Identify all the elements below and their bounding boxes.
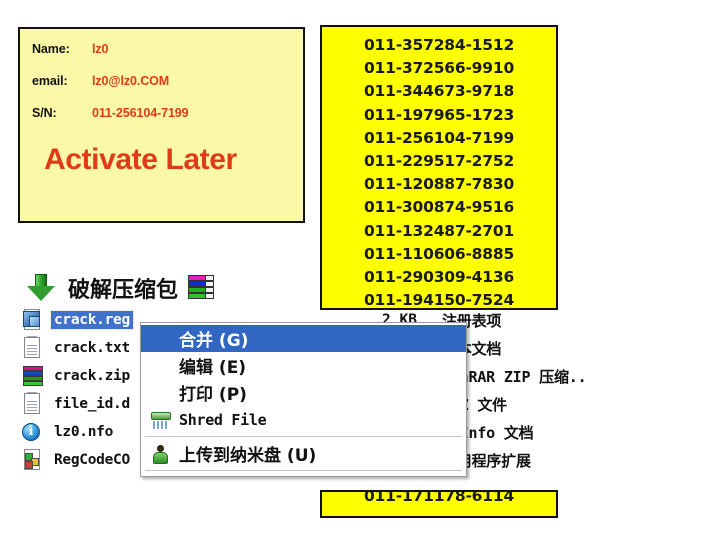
file-name: crack.zip bbox=[54, 368, 130, 384]
serial-line: 011-132487-2701 bbox=[363, 221, 515, 240]
serial-number-list-panel: 011-357284-1512 011-372566-9910 011-344673… bbox=[320, 25, 558, 310]
person-icon bbox=[149, 443, 173, 465]
menu-item-label: 编辑 (E) bbox=[179, 358, 247, 378]
winrar-archive-icon bbox=[188, 275, 215, 301]
serial-line: 011-372566-9910 bbox=[363, 59, 515, 78]
menu-separator bbox=[145, 470, 462, 471]
keygen-name-row: Name: lz0 bbox=[20, 38, 303, 60]
serial-line: 011-110606-8885 bbox=[363, 244, 515, 263]
file-name: lz0.nfo bbox=[54, 424, 114, 440]
registry-file-icon bbox=[22, 308, 46, 332]
serial-line: 011-120887-7830 bbox=[363, 175, 515, 194]
explorer-header: 破解压缩包 bbox=[22, 270, 582, 306]
menu-item[interactable]: Shred File bbox=[141, 406, 466, 433]
context-menu[interactable]: 合并 (G) 编辑 (E) 打印 (P) Shred File 上传到纳米盘 (U) bbox=[140, 322, 467, 477]
zip-file-icon bbox=[22, 364, 46, 388]
serial-line: 011-344673-9718 bbox=[363, 82, 515, 101]
keygen-email-value: lz0@lz0.COM bbox=[92, 74, 170, 88]
menu-item[interactable]: 打印 (P) bbox=[141, 379, 466, 406]
menu-item-label: 打印 (P) bbox=[179, 385, 247, 405]
dll-file-icon bbox=[22, 448, 46, 472]
keygen-name-label: Name: bbox=[32, 42, 70, 56]
menu-separator bbox=[145, 436, 462, 437]
serial-line: 011-357284-1512 bbox=[363, 36, 515, 54]
file-name: crack.reg bbox=[50, 310, 134, 330]
nfo-file-icon: i bbox=[22, 420, 46, 444]
text-file-icon bbox=[22, 392, 46, 416]
explorer-title: 破解压缩包 bbox=[68, 278, 179, 303]
keygen-serial-value: 011-256104-7199 bbox=[92, 106, 189, 120]
serial-line: 011-256104-7199 bbox=[363, 128, 515, 147]
text-file-icon bbox=[22, 336, 46, 360]
menu-item-label: 合并 (G) bbox=[179, 331, 249, 351]
serial-number-strip: 011-171178-6114 bbox=[320, 490, 558, 518]
keygen-serial-label: S/N: bbox=[32, 106, 57, 120]
keygen-name-value: lz0 bbox=[92, 42, 109, 56]
file-name: file_id.d bbox=[54, 396, 130, 412]
menu-item[interactable]: 编辑 (E) bbox=[141, 352, 466, 379]
serial-line: 011-229517-2752 bbox=[363, 152, 515, 171]
menu-item-label: Shred File bbox=[179, 410, 267, 429]
keygen-email-label: email: bbox=[32, 74, 68, 88]
serial-line: 011-171178-6114 bbox=[363, 490, 515, 505]
keygen-email-row: email: lz0@lz0.COM bbox=[20, 70, 303, 92]
menu-item[interactable]: 合并 (G) bbox=[141, 325, 466, 352]
keygen-about-panel: Name: lz0 email: lz0@lz0.COM S/N: 011-25… bbox=[18, 27, 305, 223]
arrow-down-icon bbox=[26, 274, 56, 302]
keygen-serial-row: S/N: 011-256104-7199 bbox=[20, 102, 303, 124]
menu-item[interactable]: 上传到纳米盘 (U) bbox=[141, 440, 466, 467]
file-name: RegCodeCO bbox=[54, 452, 130, 468]
menu-item-label: 上传到纳米盘 (U) bbox=[179, 446, 317, 466]
serial-line: 011-300874-9516 bbox=[363, 198, 515, 217]
activate-later-text: Activate Later bbox=[44, 143, 237, 176]
file-name: crack.txt bbox=[54, 340, 130, 356]
serial-line: 011-197965-1723 bbox=[363, 105, 515, 124]
shredder-icon bbox=[149, 409, 173, 431]
